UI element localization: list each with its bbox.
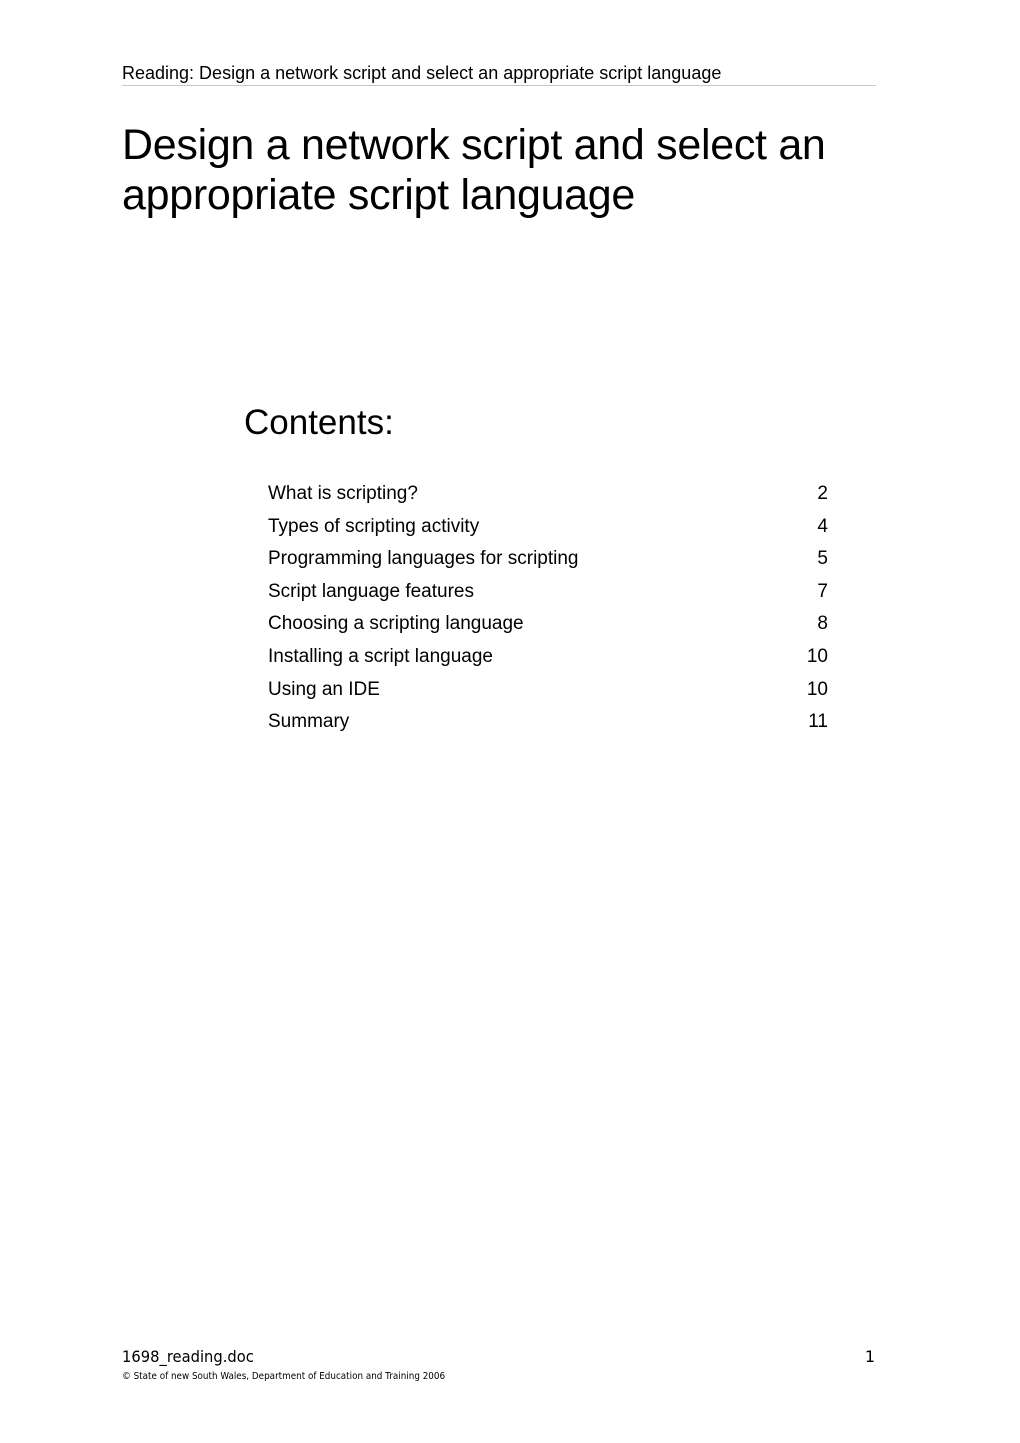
toc-entry-label[interactable]: Summary — [268, 708, 349, 741]
toc-entry-page: 10 — [806, 645, 828, 667]
toc-entry-label[interactable]: Choosing a scripting language — [268, 610, 524, 643]
document-title: Design a network script and select an ap… — [122, 121, 826, 219]
toc-entry-label[interactable]: Installing a script language — [268, 643, 493, 676]
toc-entry-page: 11 — [808, 711, 828, 733]
contents-heading: Contents: — [244, 403, 394, 442]
toc-entry[interactable]: Using an IDE 10 — [268, 676, 828, 709]
footer-copyright: © State of new South Wales, Department o… — [122, 1371, 446, 1382]
toc-entry[interactable]: Summary 11 — [268, 708, 828, 741]
toc-entry-label[interactable]: Script language features — [268, 578, 474, 611]
toc-entry[interactable]: Types of scripting activity 4 — [268, 513, 828, 546]
toc-entry-page: 8 — [817, 613, 828, 635]
toc-entry-page: 10 — [806, 678, 828, 700]
running-header: Reading: Design a network script and sel… — [122, 62, 876, 86]
toc-entry-page: 5 — [817, 548, 828, 570]
toc-entry-page: 2 — [817, 483, 828, 504]
table-of-contents: What is scripting? 2 Types of scripting … — [268, 480, 828, 741]
toc-entry[interactable]: Choosing a scripting language 8 — [268, 610, 828, 643]
footer-filename: 1698_reading.doc — [122, 1347, 254, 1366]
toc-entry-page: 4 — [817, 515, 828, 537]
toc-entry-label[interactable]: Programming languages for scripting — [268, 545, 579, 578]
toc-entry-label[interactable]: Using an IDE — [268, 676, 380, 709]
toc-entry-page: 7 — [817, 580, 828, 602]
toc-entry[interactable]: Installing a script language 10 — [268, 643, 828, 676]
toc-entry-label[interactable]: What is scripting? — [268, 480, 418, 513]
toc-entry[interactable]: Script language features 7 — [268, 578, 828, 611]
toc-entry-label[interactable]: Types of scripting activity — [268, 513, 479, 546]
toc-entry[interactable]: Programming languages for scripting 5 — [268, 545, 828, 578]
running-header-text: Reading: Design a network script and sel… — [122, 63, 722, 83]
footer-page-number: 1 — [864, 1347, 875, 1366]
toc-entry[interactable]: What is scripting? 2 — [268, 480, 828, 513]
